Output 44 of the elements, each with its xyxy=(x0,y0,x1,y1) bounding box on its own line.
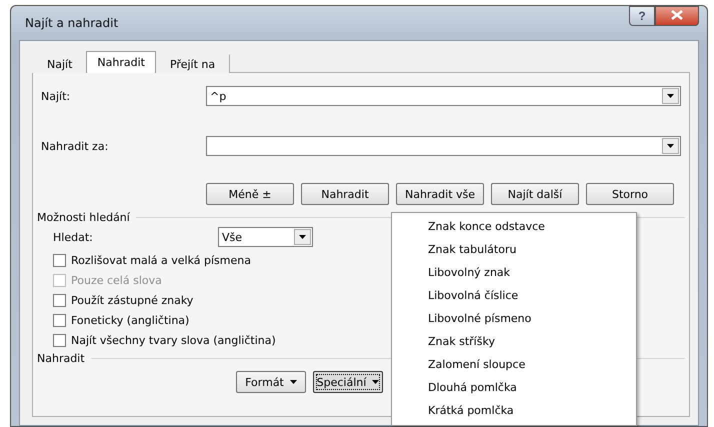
menu-item[interactable]: Zalomení sloupce xyxy=(394,353,636,376)
dialog-button[interactable]: Najít další xyxy=(491,183,579,205)
dialog-button[interactable]: Storno xyxy=(586,183,674,205)
replace-field[interactable] xyxy=(206,136,681,156)
dropdown-arrow-icon xyxy=(667,94,674,98)
help-button[interactable]: ? xyxy=(629,6,655,26)
checkbox[interactable] xyxy=(53,314,66,326)
replace-label: Nahradit za: xyxy=(41,140,110,152)
checkbox-label: Pouze celá slova xyxy=(71,274,162,286)
checkbox-label: Rozlišovat malá a velká písmena xyxy=(71,254,251,266)
dialog-button[interactable]: Méně ± xyxy=(206,183,294,205)
dropdown-arrow-icon xyxy=(667,144,674,148)
checkbox[interactable] xyxy=(53,294,66,306)
close-icon xyxy=(671,10,683,20)
search-label: Hledat: xyxy=(53,230,94,244)
checkbox[interactable] xyxy=(53,334,66,346)
dropdown-button[interactable]: Formát xyxy=(236,371,306,393)
menu-item[interactable]: Libovolný znak xyxy=(394,261,636,284)
checkbox[interactable] xyxy=(53,254,66,266)
tab[interactable]: Nahradit xyxy=(86,51,156,73)
dropdown-arrow-icon xyxy=(372,380,380,384)
section-title: Možnosti hledání xyxy=(37,211,130,224)
window-title: Najít a nahradit xyxy=(24,16,118,30)
search-dropdown[interactable]: Vše xyxy=(218,227,313,247)
menu-item[interactable]: Libovolné písmeno xyxy=(394,307,636,330)
menu-item[interactable]: Libovolná číslice xyxy=(394,284,636,307)
tab[interactable]: Přejít na xyxy=(154,54,230,73)
dialog-button[interactable]: Nahradit xyxy=(301,183,389,205)
menu-item[interactable]: Dlouhá pomlčka xyxy=(394,376,636,399)
dropdown-button[interactable]: Speciální xyxy=(313,371,383,393)
menu-item[interactable]: Znak tabulátoru xyxy=(394,238,636,261)
find-field[interactable]: ^p xyxy=(206,86,681,106)
checkbox-label: Foneticky (angličtina) xyxy=(71,314,190,326)
checkbox-label: Použít zástupné znaky xyxy=(71,294,194,306)
dropdown-arrow-icon xyxy=(290,380,297,384)
dropdown-arrow-icon xyxy=(299,235,306,239)
checkbox-label: Najít všechny tvary slova (angličtina) xyxy=(71,334,276,346)
menu-item[interactable]: Krátká pomlčka xyxy=(394,399,636,422)
close-button[interactable] xyxy=(655,6,699,26)
find-label: Najít: xyxy=(41,90,72,102)
menu-item[interactable]: Znak konce odstavce xyxy=(394,215,636,238)
menu-item[interactable]: Znak stříšky xyxy=(394,330,636,353)
dialog-button[interactable]: Nahradit vše xyxy=(396,183,484,205)
section-title: Nahradit xyxy=(37,352,85,365)
